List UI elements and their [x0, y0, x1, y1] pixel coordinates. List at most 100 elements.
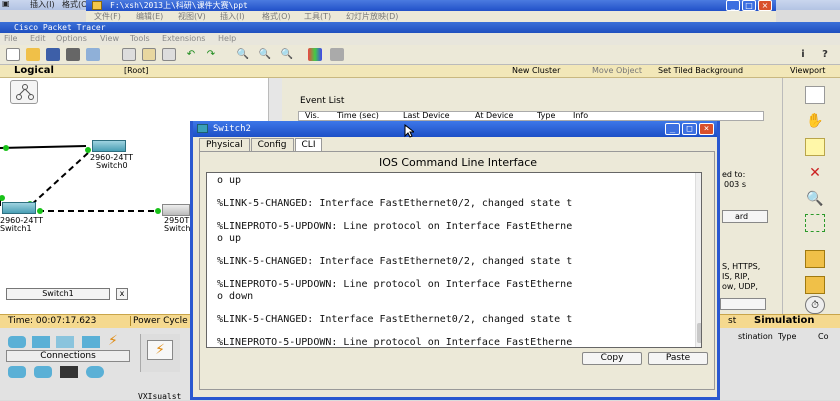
- save-icon[interactable]: [46, 48, 60, 61]
- col-last-device[interactable]: Last Device: [403, 111, 450, 120]
- dialog-tabs: Physical Config CLI: [199, 138, 323, 151]
- device-icon[interactable]: [330, 48, 344, 61]
- hand-icon[interactable]: ✋: [805, 112, 825, 130]
- auto-connection-icon[interactable]: ⚡: [147, 340, 173, 360]
- col-time[interactable]: Time (sec): [337, 111, 379, 120]
- mouse-cursor-icon: [404, 124, 414, 138]
- col-at-device[interactable]: At Device: [475, 111, 513, 120]
- wireless-category-icon[interactable]: [82, 336, 100, 348]
- device-name-box[interactable]: Switch1: [6, 288, 110, 300]
- new-icon[interactable]: [6, 48, 20, 61]
- tab-physical[interactable]: Physical: [199, 138, 250, 151]
- simulation-stopwatch-icon[interactable]: ⏱: [805, 296, 825, 314]
- multiuser-icon[interactable]: [86, 366, 104, 378]
- menu-extensions[interactable]: Extensions: [162, 34, 205, 43]
- close-button[interactable]: ×: [699, 123, 714, 135]
- copy-button[interactable]: Copy: [582, 352, 642, 365]
- zoom-in-icon[interactable]: 🔍: [236, 48, 250, 61]
- power-cycle-button[interactable]: Power Cycle: [130, 316, 188, 326]
- paste-button[interactable]: Paste: [648, 352, 708, 365]
- col-co[interactable]: Co: [818, 332, 828, 341]
- info-icon[interactable]: i: [796, 48, 810, 61]
- ppt-menu-file[interactable]: 文件(F): [94, 11, 121, 22]
- root-breadcrumb[interactable]: [Root]: [124, 66, 148, 75]
- background-menu-insert[interactable]: 插入(I): [30, 0, 55, 10]
- zoom-out-icon[interactable]: 🔍: [280, 48, 294, 61]
- ppt-menu-tools[interactable]: 工具(T): [304, 11, 331, 22]
- close-name-box-button[interactable]: x: [116, 288, 128, 300]
- palette-icon[interactable]: [308, 48, 322, 61]
- custom-device-icon[interactable]: [60, 366, 78, 378]
- col-type[interactable]: Type: [778, 332, 796, 341]
- complex-pdu-icon[interactable]: [805, 276, 825, 294]
- copy-icon[interactable]: [122, 48, 136, 61]
- col-info[interactable]: Info: [573, 111, 588, 120]
- menu-view[interactable]: View: [100, 34, 119, 43]
- cli-console[interactable]: o up %LINK-5-CHANGED: Interface FastEthe…: [206, 172, 702, 348]
- tab-cli[interactable]: CLI: [294, 138, 323, 151]
- filter-button[interactable]: [720, 298, 766, 310]
- ppt-menu-format[interactable]: 格式(O): [262, 11, 291, 22]
- packet-tracer-titlebar[interactable]: Cisco Packet Tracer: [0, 22, 840, 33]
- move-object-button[interactable]: Move Object: [592, 66, 642, 75]
- minimize-button[interactable]: _: [665, 123, 680, 135]
- right-toolbar: ✋ ✕ 🔍 ⏱: [782, 78, 840, 314]
- event-panel-button[interactable]: ard: [722, 210, 768, 223]
- clipboard-icon[interactable]: [162, 48, 176, 61]
- dialog-titlebar[interactable]: Switch2 _ □ ×: [193, 121, 717, 137]
- close-button[interactable]: ×: [758, 0, 772, 11]
- paste-icon[interactable]: [142, 48, 156, 61]
- packet-tracer-title: Cisco Packet Tracer: [14, 23, 106, 32]
- ppt-menu-view[interactable]: 视图(V): [178, 11, 206, 22]
- router-category-icon[interactable]: [8, 336, 26, 348]
- help-icon[interactable]: ?: [818, 48, 832, 61]
- wizard-icon[interactable]: [86, 48, 100, 61]
- ppt-window-titlebar[interactable]: F:\xsh\2013上\科研\课件大赛\ppt: [86, 0, 776, 11]
- tab-config[interactable]: Config: [250, 138, 294, 151]
- wan-emulation-icon[interactable]: [34, 366, 52, 378]
- logical-tab[interactable]: Logical: [14, 65, 54, 76]
- cli-scrollbar-thumb[interactable]: [697, 323, 701, 343]
- menu-tools[interactable]: Tools: [130, 34, 150, 43]
- maximize-button[interactable]: □: [682, 123, 697, 135]
- ppt-menu-edit[interactable]: 编辑(E): [136, 11, 163, 22]
- simulation-tab[interactable]: Simulation: [754, 315, 815, 326]
- redo-icon[interactable]: ↷: [204, 48, 218, 61]
- col-type[interactable]: Type: [537, 111, 555, 120]
- realtime-tab[interactable]: st: [728, 316, 736, 326]
- ppt-menu-slideshow[interactable]: 幻灯片放映(D): [346, 11, 398, 22]
- switch0-icon[interactable]: [92, 140, 126, 152]
- select-icon[interactable]: [805, 86, 825, 104]
- hub-category-icon[interactable]: [56, 336, 74, 348]
- connections-category-icon[interactable]: ⚡: [108, 334, 126, 348]
- menu-file[interactable]: File: [4, 34, 17, 43]
- menu-options[interactable]: Options: [56, 34, 87, 43]
- switch1-icon[interactable]: [2, 202, 36, 214]
- ppt-menu-insert[interactable]: 插入(I): [220, 11, 245, 22]
- menu-edit[interactable]: Edit: [30, 34, 46, 43]
- note-icon[interactable]: [805, 138, 825, 156]
- delete-icon[interactable]: ✕: [805, 164, 825, 182]
- folder-icon: [92, 1, 102, 10]
- set-tiled-background-button[interactable]: Set Tiled Background: [658, 66, 743, 75]
- new-cluster-button[interactable]: New Cluster: [512, 66, 560, 75]
- end-device-icon[interactable]: [8, 366, 26, 378]
- pdu-icon[interactable]: [805, 250, 825, 268]
- menu-help[interactable]: Help: [218, 34, 236, 43]
- viewport-button[interactable]: Viewport: [790, 66, 825, 75]
- print-icon[interactable]: [66, 48, 80, 61]
- switch-category-icon[interactable]: [32, 336, 50, 348]
- col-destination[interactable]: stination: [738, 332, 773, 341]
- cli-output[interactable]: o up %LINK-5-CHANGED: Interface FastEthe…: [217, 175, 697, 347]
- switch2-icon[interactable]: [162, 204, 190, 216]
- cli-scrollbar[interactable]: [695, 173, 701, 347]
- col-vis[interactable]: Vis.: [305, 111, 319, 120]
- maximize-button[interactable]: □: [742, 0, 756, 11]
- zoom-reset-icon[interactable]: 🔍: [258, 48, 272, 61]
- inspect-icon[interactable]: 🔍: [805, 190, 825, 208]
- open-icon[interactable]: [26, 48, 40, 61]
- navigation-bar: Logical [Root] New Cluster Move Object S…: [0, 65, 840, 78]
- resize-icon[interactable]: [805, 214, 825, 232]
- undo-icon[interactable]: ↶: [184, 48, 198, 61]
- minimize-button[interactable]: _: [726, 0, 740, 11]
